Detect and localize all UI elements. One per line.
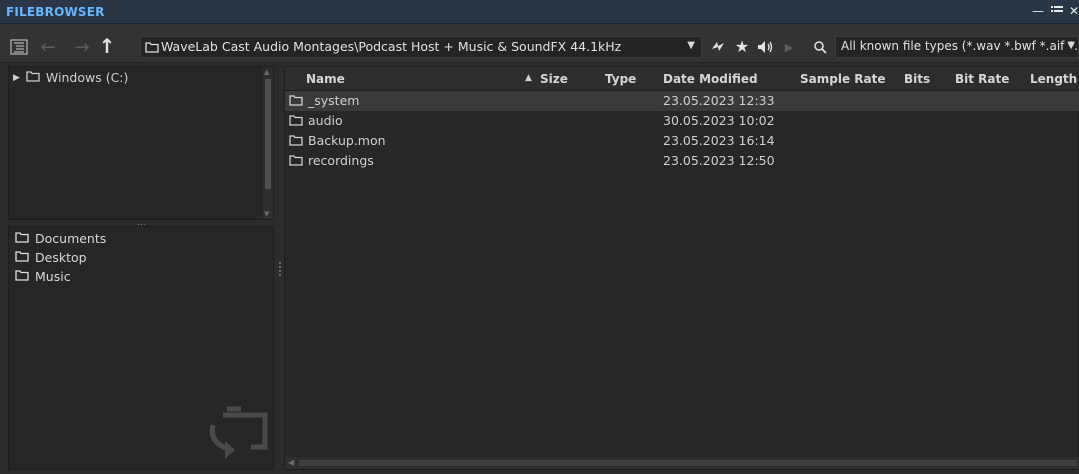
folder-icon [15, 250, 29, 265]
path-text: WaveLab Cast Audio Montages\Podcast Host… [161, 39, 622, 54]
folder-icon [289, 154, 303, 169]
folder-icon [289, 114, 303, 129]
table-row[interactable]: _system 23.05.2023 12:33 [285, 91, 1079, 111]
file-name: Backup.mon [308, 133, 386, 148]
chevron-down-icon[interactable]: ▼ [1067, 40, 1075, 51]
path-selector[interactable]: WaveLab Cast Audio Montages\Podcast Host… [140, 36, 702, 58]
scroll-up-icon[interactable]: ▲ [264, 68, 269, 76]
table-row[interactable]: Backup.mon 23.05.2023 16:14 [285, 131, 1079, 151]
scrollbar-thumb[interactable] [299, 460, 1077, 466]
column-header-size[interactable]: Size [540, 72, 568, 86]
folder-icon [15, 231, 29, 246]
file-name: audio [308, 113, 343, 128]
file-list-scrollbar[interactable]: ◀ [285, 457, 1079, 469]
favorite-label: Documents [35, 231, 107, 246]
folder-icon [26, 70, 40, 85]
column-header-length[interactable]: Length [1030, 72, 1077, 86]
close-icon[interactable]: ✕ [1069, 4, 1079, 18]
title-bar: FILEBROWSER — ✕ [0, 0, 1079, 24]
favorite-label: Desktop [35, 250, 87, 265]
tree-item-windows-c[interactable]: ▶ Windows (C:) [13, 70, 128, 85]
column-header-type[interactable]: Type [605, 72, 636, 86]
file-list-header: Name ▲ Size Type Date Modified Sample Ra… [285, 67, 1079, 91]
back-arrow-icon[interactable]: ← [38, 37, 58, 58]
favorite-label: Music [35, 269, 71, 284]
sync-icon[interactable] [707, 37, 729, 57]
column-header-date-modified[interactable]: Date Modified [663, 72, 758, 86]
favorite-documents[interactable]: Documents [15, 231, 106, 246]
file-date: 23.05.2023 16:14 [663, 133, 775, 148]
file-list: Name ▲ Size Type Date Modified Sample Ra… [284, 66, 1079, 470]
play-icon[interactable]: ▶ [782, 37, 796, 57]
tree-scrollbar[interactable]: ▲ ▼ [263, 67, 273, 219]
filter-text: All known file types (*.wav *.bwf *.aif … [841, 39, 1079, 53]
table-row[interactable]: recordings 23.05.2023 12:50 [285, 151, 1079, 171]
toolbar: ← → ↑ WaveLab Cast Audio Montages\Podcas… [0, 24, 1079, 63]
scroll-down-icon[interactable]: ▼ [264, 210, 269, 218]
chevron-down-icon[interactable]: ▼ [687, 40, 695, 51]
column-header-bit-rate[interactable]: Bit Rate [955, 72, 1009, 86]
column-header-name[interactable]: Name [306, 72, 345, 86]
column-header-bits[interactable]: Bits [904, 72, 930, 86]
file-name: recordings [308, 153, 374, 168]
column-header-sample-rate[interactable]: Sample Rate [800, 72, 885, 86]
expand-triangle-icon[interactable]: ▶ [13, 73, 20, 83]
menu-icon[interactable] [1050, 4, 1064, 18]
file-name: _system [308, 93, 360, 108]
favorite-desktop[interactable]: Desktop [15, 250, 87, 265]
folder-icon [289, 134, 303, 149]
favorite-music[interactable]: Music [15, 269, 71, 284]
forward-arrow-icon[interactable]: → [72, 37, 92, 58]
folder-icon [289, 94, 303, 109]
minimize-icon[interactable]: — [1031, 4, 1045, 18]
file-date: 23.05.2023 12:50 [663, 153, 775, 168]
scrollbar-thumb[interactable] [265, 79, 271, 189]
file-date: 30.05.2023 10:02 [663, 113, 775, 128]
folder-icon [15, 269, 29, 284]
list-view-icon[interactable] [10, 38, 28, 56]
favorites-panel: Documents Desktop Music [8, 226, 274, 470]
window-title: FILEBROWSER [6, 5, 105, 19]
scroll-left-icon[interactable]: ◀ [288, 458, 294, 467]
up-arrow-icon[interactable]: ↑ [97, 34, 117, 58]
file-date: 23.05.2023 12:33 [663, 93, 775, 108]
tree-item-label: Windows (C:) [45, 70, 129, 85]
speaker-icon[interactable] [755, 37, 777, 57]
folder-tree[interactable]: ▶ Windows (C:) ▲ ▼ [8, 66, 274, 220]
sort-ascending-icon: ▲ [525, 73, 532, 83]
search-icon[interactable] [811, 37, 829, 57]
file-type-filter[interactable]: All known file types (*.wav *.bwf *.aif … [835, 36, 1079, 58]
folder-icon [145, 41, 159, 56]
star-icon[interactable]: ★ [733, 36, 751, 56]
vertical-splitter[interactable] [279, 262, 281, 276]
recycle-folder-icon [205, 403, 269, 464]
table-row[interactable]: audio 30.05.2023 10:02 [285, 111, 1079, 131]
